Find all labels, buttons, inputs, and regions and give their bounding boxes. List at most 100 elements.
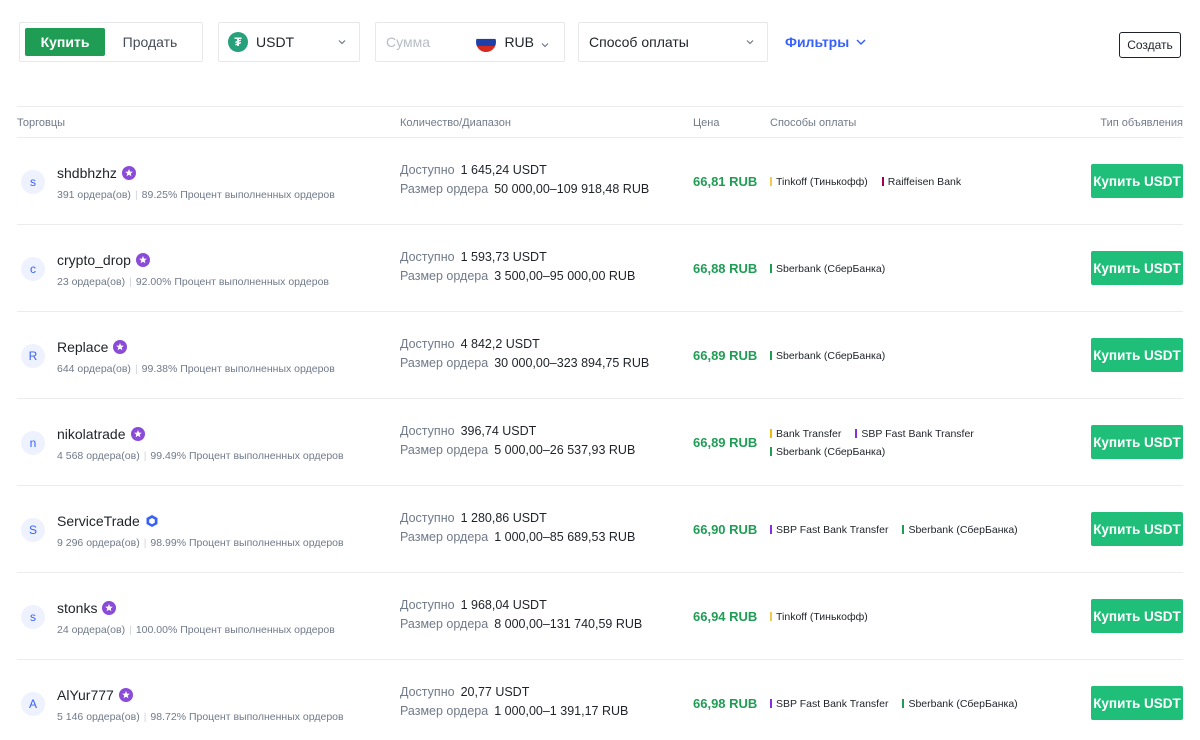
available-value: 1 968,04 USDT [460,598,547,612]
trader-info: crypto_drop 23 ордера(ов) | 92.00% Процент … [57,251,329,288]
avatar[interactable]: c [21,257,45,281]
sell-tab[interactable]: Продать [105,28,195,56]
available-value: 4 842,2 USDT [460,337,540,351]
filter-toolbar: Купить Продать ₮ USDT Сумма RUB Способ о… [19,22,1181,62]
amount-input[interactable]: Сумма RUB [375,22,565,62]
fiat-select[interactable]: RUB [476,23,550,61]
coin-select[interactable]: ₮ USDT [218,22,360,62]
trader-stats: 23 ордера(ов) | 92.00% Процент выполненных… [57,276,329,288]
payment-method-label: Bank Transfer [776,427,842,440]
buy-usdt-button[interactable]: Купить USDT [1091,512,1183,546]
merchant-badge-icon [135,253,150,267]
limit-line: Размер ордера 30 000,00–323 894,75 RUB [400,354,649,373]
trader-stats: 5 146 ордера(ов) | 98.72% Процент выполнен… [57,711,344,723]
limit-value: 3 500,00–95 000,00 RUB [494,269,636,283]
avatar[interactable]: R [21,344,45,368]
trader-stats: 24 ордера(ов) | 100.00% Процент выполненны… [57,624,335,636]
chevron-down-icon [856,39,866,46]
limit-line: Размер ордера 1 000,00–85 689,53 RUB [400,528,635,547]
available-value: 1 593,73 USDT [460,250,547,264]
trader-name[interactable]: Replace [57,339,108,355]
payment-method-tag: SBP Fast Bank Transfer [770,695,888,713]
trader-name[interactable]: shdbhzhz [57,165,117,181]
available-line: Доступно 1 968,04 USDT [400,596,642,615]
payment-method-marker [770,177,772,186]
amount-range: Доступно 1 968,04 USDT Размер ордера 8 000,… [400,596,642,634]
amount-range: Доступно 396,74 USDT Размер ордера 5 000,00… [400,422,635,460]
limit-label: Размер ордера [400,443,489,457]
payment-method-marker [770,699,772,708]
trader-name[interactable]: AlYur777 [57,687,114,703]
limit-value: 8 000,00–131 740,59 RUB [494,617,643,631]
payment-method-label: Tinkoff (Тинькофф) [776,610,868,623]
payment-method-tag: SBP Fast Bank Transfer [770,521,888,539]
stats-divider: | [143,450,147,462]
buy-usdt-button[interactable]: Купить USDT [1091,251,1183,285]
payment-method-tag: Sberbank (СберБанка) [770,347,885,365]
stats-divider: | [143,537,147,549]
payment-method-marker [770,351,772,360]
payment-method-tag: Sberbank (СберБанка) [902,695,1018,713]
trader-info: nikolatrade 4 568 ордера(ов) | 99.49% Проце… [57,425,344,462]
available-label: Доступно [400,424,455,438]
avatar[interactable]: s [21,170,45,194]
filters-label: Фильтры [785,34,850,50]
limit-label: Размер ордера [400,617,489,631]
russia-flag-icon [476,32,497,52]
buy-usdt-button[interactable]: Купить USDT [1091,425,1183,459]
trader-name[interactable]: stonks [57,600,97,616]
price: 66,81 RUB [693,174,758,189]
buy-sell-toggle: Купить Продать [19,22,203,62]
amount-range: Доступно 20,77 USDT Размер ордера 1 000,00–… [400,683,628,721]
table-row: c crypto_drop 23 ордера(ов) | 92.00% Процент… [17,225,1183,312]
table-row: n nikolatrade 4 568 ордера(ов) | 99.49% Проц… [17,399,1183,486]
avatar[interactable]: s [21,605,45,629]
payment-method-marker [770,612,772,621]
trader-name-line: Replace [57,338,335,356]
payment-method-marker [902,525,905,534]
buy-usdt-button[interactable]: Купить USDT [1091,686,1183,720]
header-payment: Способы оплаты [770,117,857,129]
payment-method-select[interactable]: Способ оплаты [578,22,768,62]
payment-methods: Sberbank (СберБанка) [770,312,1060,399]
avatar[interactable]: n [21,431,45,455]
price: 66,90 RUB [693,522,758,537]
amount-range: Доступно 1 280,86 USDT Размер ордера 1 000,… [400,509,635,547]
filters-button[interactable]: Фильтры [785,22,867,62]
buy-tab[interactable]: Купить [25,28,105,56]
payment-method-label: Sberbank (СберБанка) [776,349,886,362]
payment-methods: SBP Fast Bank Transfer Sberbank (СберБанк… [770,486,1060,573]
payment-methods: Tinkoff (Тинькофф) Raiffeisen Bank [770,138,1060,225]
trader-name[interactable]: ServiceTrade [57,513,140,529]
buy-usdt-button[interactable]: Купить USDT [1091,164,1183,198]
payment-method-tag: Tinkoff (Тинькофф) [770,608,868,626]
payment-method-tag: Sberbank (СберБанка) [902,521,1018,539]
limit-line: Размер ордера 3 500,00–95 000,00 RUB [400,267,635,286]
available-label: Доступно [400,685,455,699]
order-count: 5 146 ордера(ов) [57,711,140,723]
trader-name[interactable]: nikolatrade [57,426,126,442]
available-line: Доступно 20,77 USDT [400,683,628,702]
avatar[interactable]: S [21,518,45,542]
payment-method-label: Sberbank (СберБанка) [908,697,1018,710]
buy-usdt-button[interactable]: Купить USDT [1091,338,1183,372]
available-label: Доступно [400,598,455,612]
header-ad-type: Тип объявления [1100,117,1183,129]
payment-method-marker [881,177,884,186]
limit-value: 1 000,00–85 689,53 RUB [494,530,636,544]
create-ad-button[interactable]: Создать [1119,32,1181,58]
buy-usdt-button[interactable]: Купить USDT [1091,599,1183,633]
available-line: Доступно 396,74 USDT [400,422,635,441]
available-value: 396,74 USDT [460,424,537,438]
stats-divider: | [129,276,132,288]
trader-info: shdbhzhz 391 ордера(ов) | 89.25% Процент вы… [57,164,335,201]
order-count: 23 ордера(ов) [57,276,126,288]
trader-name[interactable]: crypto_drop [57,252,131,268]
merchant-badge-icon [130,427,145,441]
available-label: Доступно [400,511,455,525]
limit-line: Размер ордера 1 000,00–1 391,17 RUB [400,702,628,721]
payment-method-marker [855,429,858,438]
order-count: 9 296 ордера(ов) [57,537,140,549]
payment-method-tag: Tinkoff (Тинькофф) [770,173,868,191]
avatar[interactable]: A [21,692,45,716]
